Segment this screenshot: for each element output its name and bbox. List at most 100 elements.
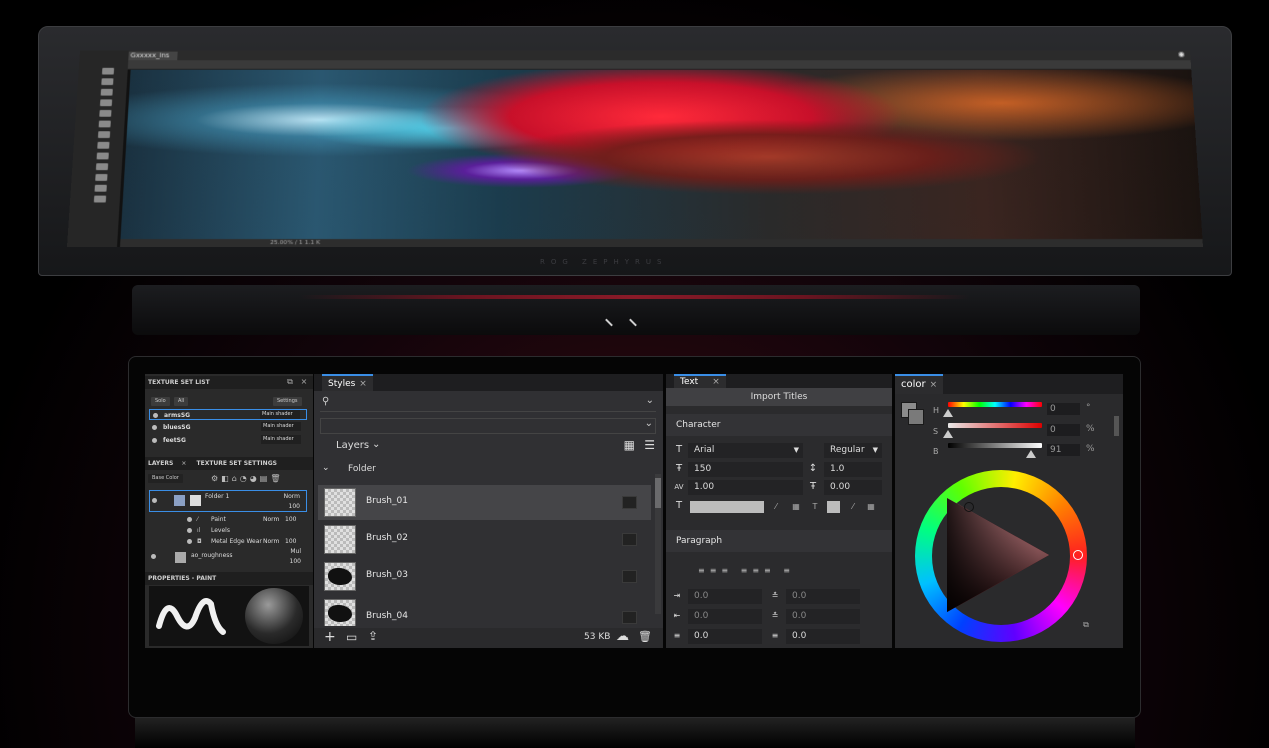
eyedropper-tool-icon[interactable]: [99, 109, 112, 117]
search-input[interactable]: ⚲ ⌄: [320, 394, 656, 412]
blend-mode[interactable]: Norm: [263, 514, 279, 525]
font-size-input[interactable]: 150: [688, 462, 803, 477]
font-family-select[interactable]: Arial ▼: [688, 443, 803, 458]
brush-color-swatch[interactable]: [622, 533, 637, 546]
shader-select[interactable]: Main shader: [261, 422, 301, 431]
layer-tools-icons[interactable]: ⚙◧⌂◔◕▤🗑: [211, 474, 283, 483]
folder-header[interactable]: ⌄ Folder: [314, 460, 663, 482]
brush-item[interactable]: Brush_01: [318, 485, 651, 520]
visibility-icon[interactable]: [187, 517, 192, 522]
scrollbar[interactable]: [655, 474, 661, 614]
stroke-color-swatch[interactable]: [827, 501, 840, 513]
saturation-slider-thumb[interactable]: [943, 430, 953, 438]
eyedropper-icon[interactable]: ⁄: [771, 502, 781, 512]
indent-first-input[interactable]: 0.0: [786, 589, 860, 604]
tab-texture-set-settings[interactable]: TEXTURE SET SETTINGS: [197, 460, 277, 467]
close-icon[interactable]: ×: [299, 377, 309, 387]
pattern-icon[interactable]: ▦: [791, 502, 801, 512]
visibility-icon[interactable]: [151, 554, 156, 559]
close-icon[interactable]: ×: [181, 460, 186, 467]
shader-select[interactable]: Main shader: [261, 435, 301, 444]
tab-layers[interactable]: LAYERS: [148, 460, 173, 467]
canvas-artwork[interactable]: [120, 69, 1203, 240]
baseline-input[interactable]: 0.00: [824, 480, 882, 495]
grid-view-icon[interactable]: ▦: [624, 438, 635, 452]
indent-left-input[interactable]: 0.0: [688, 589, 762, 604]
upload-icon[interactable]: ⇪: [368, 629, 378, 643]
eye-icon[interactable]: ◉: [1174, 51, 1188, 59]
layer-row[interactable]: ıl Levels: [185, 525, 307, 536]
tracking-input[interactable]: 1.00: [688, 480, 803, 495]
opacity-value[interactable]: 100: [285, 514, 296, 525]
eraser-tool-icon[interactable]: [97, 141, 110, 149]
crop-tool-icon[interactable]: [99, 99, 113, 107]
hue-picker[interactable]: [1073, 550, 1083, 560]
hand-tool-icon[interactable]: [94, 184, 107, 192]
trash-icon[interactable]: 🗑: [638, 630, 652, 643]
visibility-icon[interactable]: [187, 528, 192, 533]
close-icon[interactable]: ×: [930, 380, 938, 390]
marquee-tool-icon[interactable]: [101, 78, 114, 86]
visibility-icon[interactable]: [153, 413, 158, 418]
layer-row[interactable]: ◘ Metal Edge Wear Norm 100: [185, 536, 307, 547]
zoom-tool-icon[interactable]: [93, 195, 107, 203]
lasso-tool-icon[interactable]: [100, 88, 113, 96]
stroke-text-icon[interactable]: T: [810, 502, 820, 512]
list-view-icon[interactable]: ☰: [644, 438, 655, 452]
space-after-input[interactable]: 0.0: [688, 629, 762, 644]
all-button[interactable]: All: [174, 397, 189, 406]
channel-select[interactable]: Base Color: [148, 474, 183, 483]
texture-set-row[interactable]: armsSG Main shader: [149, 409, 307, 420]
font-style-select[interactable]: Regular ▼: [824, 443, 882, 458]
stamp-tool-icon[interactable]: [97, 131, 111, 139]
brush-item[interactable]: Brush_03: [318, 559, 651, 594]
popout-icon[interactable]: ⧉: [285, 377, 295, 387]
style-filter-select[interactable]: ⌄: [320, 418, 656, 434]
layer-row[interactable]: ⁄ Paint Norm 100: [185, 514, 307, 525]
hue-input[interactable]: 0: [1047, 403, 1080, 415]
close-icon[interactable]: ×: [712, 377, 720, 387]
gradient-tool-icon[interactable]: [96, 152, 109, 160]
tab-color[interactable]: color ×: [895, 374, 944, 394]
layers-dropdown[interactable]: Layers ⌄ ▦ ☰: [314, 436, 663, 458]
document-tab[interactable]: Gxxxxx_ins: [122, 51, 178, 61]
text-color-swatch[interactable]: [690, 501, 764, 513]
brightness-input[interactable]: 91: [1047, 444, 1080, 456]
brush-color-swatch[interactable]: [622, 496, 637, 509]
chevron-down-icon[interactable]: ⌄: [646, 395, 654, 406]
visibility-icon[interactable]: [152, 498, 157, 503]
brightness-slider-thumb[interactable]: [1026, 450, 1036, 458]
brush-tool-icon[interactable]: [98, 120, 111, 128]
scrollbar-thumb[interactable]: [1114, 416, 1119, 436]
shader-select[interactable]: Main shader: [260, 410, 300, 419]
opacity-value[interactable]: 100: [290, 556, 301, 567]
hue-slider-thumb[interactable]: [943, 409, 953, 417]
triangle-picker[interactable]: [964, 502, 974, 512]
alignment-icons[interactable]: ≡≡≡ ≡≡≡ ≡: [698, 566, 795, 575]
tab-styles[interactable]: Styles ×: [322, 374, 373, 391]
tab-text[interactable]: Text ×: [674, 374, 726, 388]
eyedropper-icon[interactable]: ⁄: [848, 502, 858, 512]
import-titles-button[interactable]: Import Titles: [666, 388, 892, 406]
blend-mode[interactable]: Norm: [263, 536, 279, 547]
solo-button[interactable]: Solo: [151, 397, 170, 406]
pen-tool-icon[interactable]: [95, 174, 108, 181]
brightness-slider[interactable]: [948, 443, 1042, 448]
visibility-icon[interactable]: [187, 539, 192, 544]
folder-icon[interactable]: ▭: [346, 630, 357, 644]
leading-input[interactable]: 1.0: [824, 462, 882, 477]
close-icon[interactable]: ×: [359, 379, 367, 389]
texture-set-row[interactable]: bluesSG Main shader: [149, 422, 307, 433]
visibility-icon[interactable]: [152, 438, 157, 443]
text-tool-icon[interactable]: [95, 163, 109, 171]
layer-row-folder[interactable]: Folder 1 Norm 100: [149, 490, 307, 512]
indent-right-input[interactable]: 0.0: [688, 609, 762, 624]
move-tool-icon[interactable]: [101, 67, 115, 75]
brush-item[interactable]: Brush_02: [318, 522, 651, 557]
settings-button[interactable]: Settings: [273, 397, 302, 406]
hue-slider[interactable]: [948, 402, 1042, 407]
space-before-input[interactable]: 0.0: [786, 609, 860, 624]
brush-item[interactable]: Brush_04: [318, 596, 651, 626]
add-icon[interactable]: +: [324, 629, 336, 645]
layer-row[interactable]: ao_roughness Mul 100: [149, 548, 307, 570]
